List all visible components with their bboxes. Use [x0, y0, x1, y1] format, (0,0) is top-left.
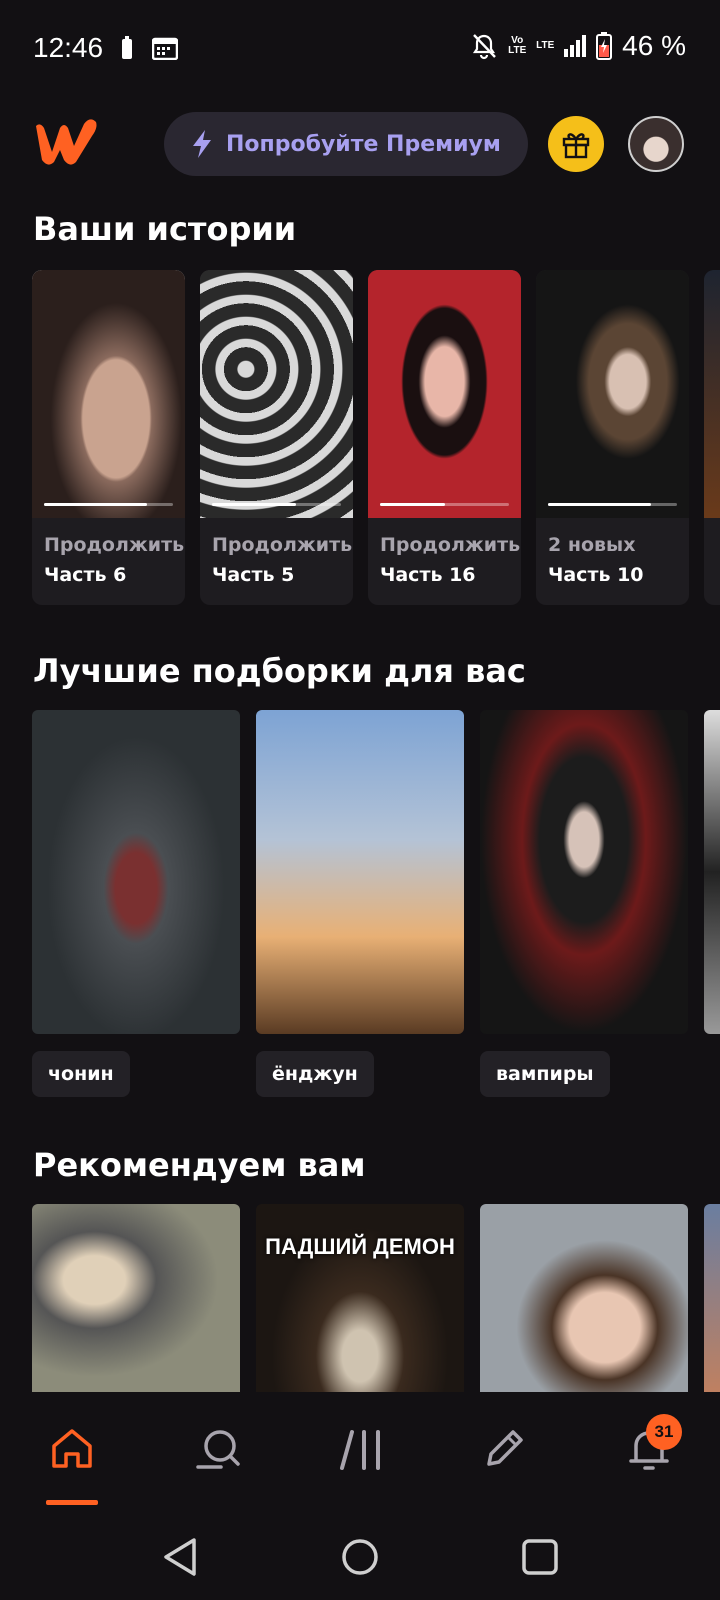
home-icon	[52, 1429, 92, 1468]
bottom-nav: 31	[0, 1392, 720, 1510]
library-icon	[340, 1430, 380, 1470]
collection-cover	[480, 710, 688, 1034]
battery-icon	[596, 32, 613, 60]
collection-cover	[704, 710, 720, 1034]
recommended-card[interactable]	[32, 1204, 240, 1394]
story-progress	[212, 503, 341, 506]
wattpad-logo-icon[interactable]	[30, 114, 100, 170]
nav-active-indicator	[46, 1500, 98, 1505]
story-card[interactable]	[704, 270, 720, 605]
collection-cover	[256, 710, 464, 1034]
gift-button[interactable]	[548, 116, 604, 172]
home-circle-icon	[342, 1539, 378, 1575]
collection-card[interactable]: ёнджун	[256, 710, 464, 1097]
story-progress	[44, 503, 173, 506]
status-bar: 12:46 Vo LTE LTE 46 %	[0, 0, 720, 96]
story-progress	[380, 503, 509, 506]
search-icon	[196, 1430, 240, 1469]
story-cover	[32, 270, 185, 518]
collection-cover	[32, 710, 240, 1034]
battery-small-icon	[122, 36, 132, 59]
recommended-card[interactable]	[480, 1204, 688, 1394]
calendar-icon	[152, 37, 178, 60]
bell-off-icon	[473, 34, 497, 60]
collection-tag[interactable]: чонин	[32, 1051, 130, 1097]
story-part: Часть 6	[44, 564, 127, 586]
nav-notifications[interactable]: 31	[614, 1414, 684, 1484]
story-status: 2 новых	[548, 534, 636, 556]
recents-button[interactable]	[515, 1532, 565, 1582]
story-part: Часть 5	[212, 564, 295, 586]
battery-percent: 46 %	[622, 30, 686, 61]
story-status: Продолжить	[44, 534, 185, 556]
write-icon	[487, 1430, 523, 1466]
status-time: 12:46	[33, 32, 104, 63]
collection-tag[interactable]: ёнджун	[256, 1051, 374, 1097]
lte-label: LTE	[536, 40, 555, 51]
volte-label: Vo LTE	[508, 35, 527, 56]
story-card[interactable]: Продолжить Часть 6	[32, 270, 185, 605]
collection-card[interactable]	[704, 710, 720, 1097]
nav-home[interactable]	[37, 1414, 107, 1484]
story-cover	[536, 270, 689, 518]
nav-write[interactable]	[469, 1414, 539, 1484]
collection-tag[interactable]: вампиры	[480, 1051, 610, 1097]
recommended-row: ПАДШИЙ ДЕМОН	[32, 1204, 720, 1394]
story-cover	[704, 270, 720, 518]
app-header: Попробуйте Премиум	[0, 110, 720, 176]
lightning-icon	[193, 130, 211, 158]
recommended-cover-text: ПАДШИЙ ДЕМОН	[265, 1234, 455, 1259]
story-card[interactable]: Продолжить Часть 5	[200, 270, 353, 605]
status-left-icons	[120, 36, 178, 60]
status-right: Vo LTE LTE 46 %	[470, 30, 686, 62]
story-part: Часть 10	[548, 564, 644, 586]
user-avatar[interactable]	[628, 116, 684, 172]
your-stories-title: Ваши истории	[33, 210, 297, 248]
collection-card[interactable]: вампиры	[480, 710, 688, 1097]
story-status: Продолжить	[212, 534, 353, 556]
story-cover	[200, 270, 353, 518]
premium-button[interactable]: Попробуйте Премиум	[164, 112, 528, 176]
recommended-title: Рекомендуем вам	[33, 1146, 366, 1184]
gift-icon	[562, 133, 590, 159]
story-status: Продолжить	[380, 534, 521, 556]
back-triangle-icon	[164, 1538, 196, 1576]
back-button[interactable]	[155, 1532, 205, 1582]
recents-square-icon	[522, 1539, 558, 1575]
home-system-button[interactable]	[335, 1532, 385, 1582]
story-part: Часть 16	[380, 564, 476, 586]
recommended-card[interactable]	[704, 1204, 720, 1394]
story-card[interactable]: Продолжить Часть 16	[368, 270, 521, 605]
system-nav	[0, 1510, 720, 1600]
recommended-card[interactable]: ПАДШИЙ ДЕМОН	[256, 1204, 464, 1394]
collection-card[interactable]: чонин	[32, 710, 240, 1097]
collections-title: Лучшие подборки для вас	[33, 652, 526, 690]
nav-library[interactable]	[326, 1414, 396, 1484]
premium-label: Попробуйте Премиум	[226, 131, 501, 157]
your-stories-row: Продолжить Часть 6 Продолжить Часть 5 Пр…	[32, 270, 720, 605]
collections-row: чонин ёнджун вампиры	[32, 710, 720, 1097]
story-cover	[368, 270, 521, 518]
story-progress	[548, 503, 677, 506]
signal-icon	[564, 35, 587, 57]
story-card[interactable]: 2 новых Часть 10	[536, 270, 689, 605]
notifications-badge: 31	[646, 1414, 682, 1450]
nav-search[interactable]	[183, 1414, 253, 1484]
